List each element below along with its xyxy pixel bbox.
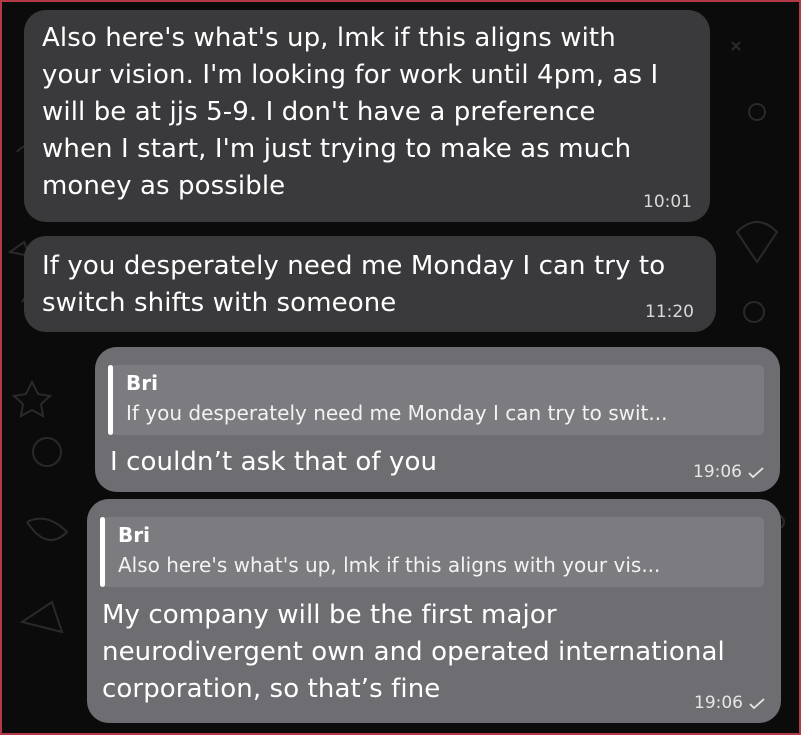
reply-preview-text: If you desperately need me Monday I can … [126, 401, 668, 425]
message-text: I couldn’t ask that of you [110, 444, 437, 481]
message-line: If you desperately need me Monday I can … [42, 251, 666, 281]
reply-quote[interactable]: Bri If you desperately need me Monday I … [108, 365, 764, 435]
message-timestamp: 11:20 [645, 302, 694, 322]
message-line: Also here's what's up, lmk if this align… [42, 23, 616, 53]
reply-quote[interactable]: Bri Also here's what's up, lmk if this a… [100, 517, 764, 587]
reply-sender-name: Bri [118, 523, 150, 547]
incoming-message-bubble[interactable]: If you desperately need me Monday I can … [24, 236, 716, 332]
chat-view: Also here's what's up, lmk if this align… [0, 0, 801, 735]
message-text: My company will be the first major neuro… [102, 597, 725, 708]
message-text: If you desperately need me Monday I can … [42, 248, 665, 322]
sent-check-icon [749, 698, 765, 710]
message-line: when I start, I'm just trying to make as… [42, 134, 632, 164]
message-line: will be at jjs 5-9. I don't have a prefe… [42, 97, 596, 127]
reply-sender-name: Bri [126, 371, 158, 395]
message-time: 19:06 [694, 693, 743, 713]
reply-accent-bar [100, 517, 105, 587]
message-timestamp: 19:06 [694, 693, 765, 713]
message-line: your vision. I'm looking for work until … [42, 60, 659, 90]
message-text: Also here's what's up, lmk if this align… [42, 20, 658, 205]
message-line: corporation, so that’s fine [102, 674, 441, 704]
message-line: My company will be the first major [102, 600, 557, 630]
message-line: neurodivergent own and operated internat… [102, 637, 725, 667]
message-timestamp: 19:06 [693, 462, 764, 482]
message-line: I couldn’t ask that of you [110, 447, 438, 477]
message-line: switch shifts with someone [42, 288, 397, 318]
outgoing-message-bubble[interactable]: Bri Also here's what's up, lmk if this a… [87, 499, 781, 723]
message-timestamp: 10:01 [643, 192, 692, 212]
reply-accent-bar [108, 365, 113, 435]
sent-check-icon [748, 467, 764, 479]
message-line: money as possible [42, 171, 286, 201]
reply-preview-text: Also here's what's up, lmk if this align… [118, 553, 661, 577]
message-time: 19:06 [693, 462, 742, 482]
outgoing-message-bubble[interactable]: Bri If you desperately need me Monday I … [95, 347, 780, 492]
incoming-message-bubble[interactable]: Also here's what's up, lmk if this align… [24, 10, 710, 222]
